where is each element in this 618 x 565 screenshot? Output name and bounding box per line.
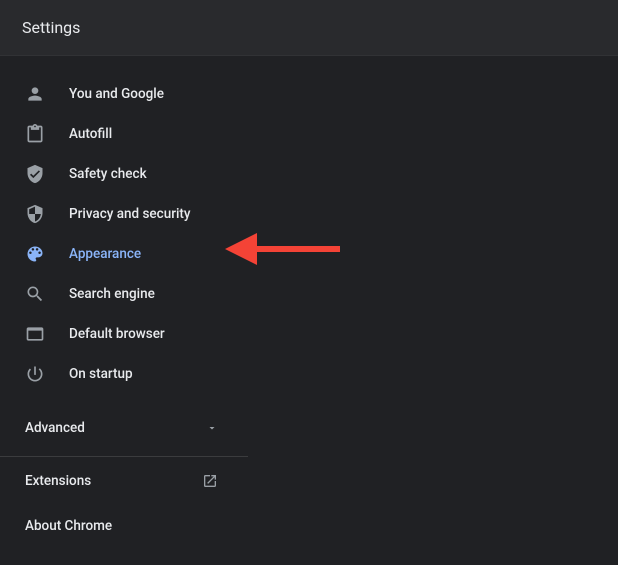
sidebar-item-label: Appearance xyxy=(69,246,141,262)
nav-list: You and Google Autofill Safety check Pri… xyxy=(0,74,248,394)
sidebar-item-label: Privacy and security xyxy=(69,206,191,222)
sidebar-advanced-toggle[interactable]: Advanced xyxy=(0,406,248,450)
sidebar-item-label: On startup xyxy=(69,366,133,382)
open-in-new-icon xyxy=(202,473,218,489)
sidebar-item-default-browser[interactable]: Default browser xyxy=(0,314,248,354)
sidebar-item-label: Safety check xyxy=(69,166,147,182)
sidebar-item-on-startup[interactable]: On startup xyxy=(0,354,248,394)
search-icon xyxy=(25,284,45,304)
shield-check-icon xyxy=(25,164,45,184)
about-label: About Chrome xyxy=(25,518,112,534)
sidebar-item-label: Search engine xyxy=(69,286,155,302)
sidebar-item-extensions[interactable]: Extensions xyxy=(0,457,248,505)
sidebar-item-appearance[interactable]: Appearance xyxy=(0,234,248,274)
shield-icon xyxy=(25,204,45,224)
browser-icon xyxy=(25,324,45,344)
chevron-down-icon xyxy=(206,422,218,434)
sidebar-item-label: Default browser xyxy=(69,326,165,342)
sidebar-item-search-engine[interactable]: Search engine xyxy=(0,274,248,314)
person-icon xyxy=(25,84,45,104)
power-icon xyxy=(25,364,45,384)
sidebar-item-autofill[interactable]: Autofill xyxy=(0,114,248,154)
settings-sidebar: You and Google Autofill Safety check Pri… xyxy=(0,56,248,550)
sidebar-item-about-chrome[interactable]: About Chrome xyxy=(0,505,248,550)
extensions-label: Extensions xyxy=(25,473,91,489)
page-title: Settings xyxy=(22,18,596,37)
sidebar-item-privacy-security[interactable]: Privacy and security xyxy=(0,194,248,234)
palette-icon xyxy=(25,244,45,264)
sidebar-item-safety-check[interactable]: Safety check xyxy=(0,154,248,194)
clipboard-icon xyxy=(25,124,45,144)
advanced-label: Advanced xyxy=(25,420,85,436)
settings-header: Settings xyxy=(0,0,618,56)
sidebar-item-you-and-google[interactable]: You and Google xyxy=(0,74,248,114)
sidebar-item-label: Autofill xyxy=(69,126,112,142)
sidebar-item-label: You and Google xyxy=(69,86,164,102)
